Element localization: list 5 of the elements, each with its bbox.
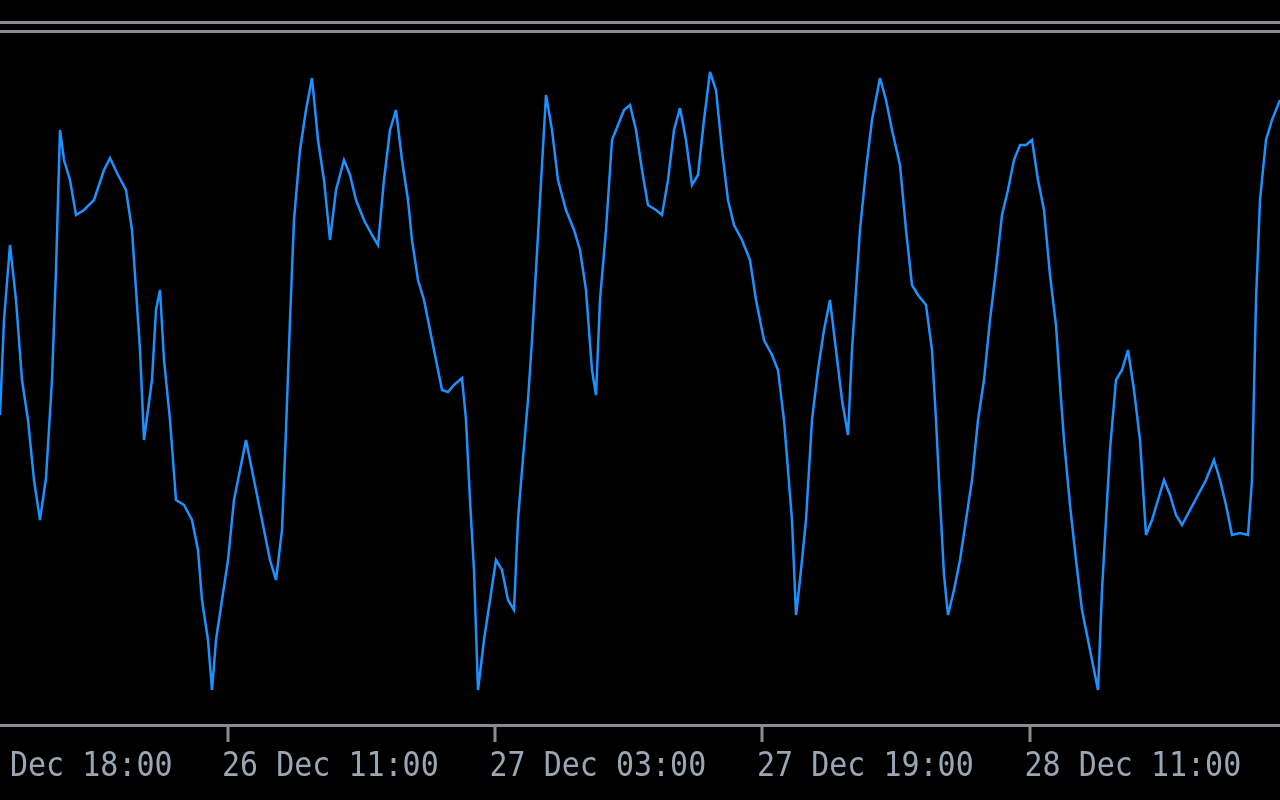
time-label: 26 Dec 11:00 bbox=[222, 744, 439, 785]
time-label: 27 Dec 03:00 bbox=[489, 744, 707, 785]
time-label: 28 Dec 11:00 bbox=[1024, 744, 1242, 785]
time-label: 27 Dec 19:00 bbox=[757, 744, 974, 785]
time-label: Dec 18:00 bbox=[10, 744, 173, 785]
